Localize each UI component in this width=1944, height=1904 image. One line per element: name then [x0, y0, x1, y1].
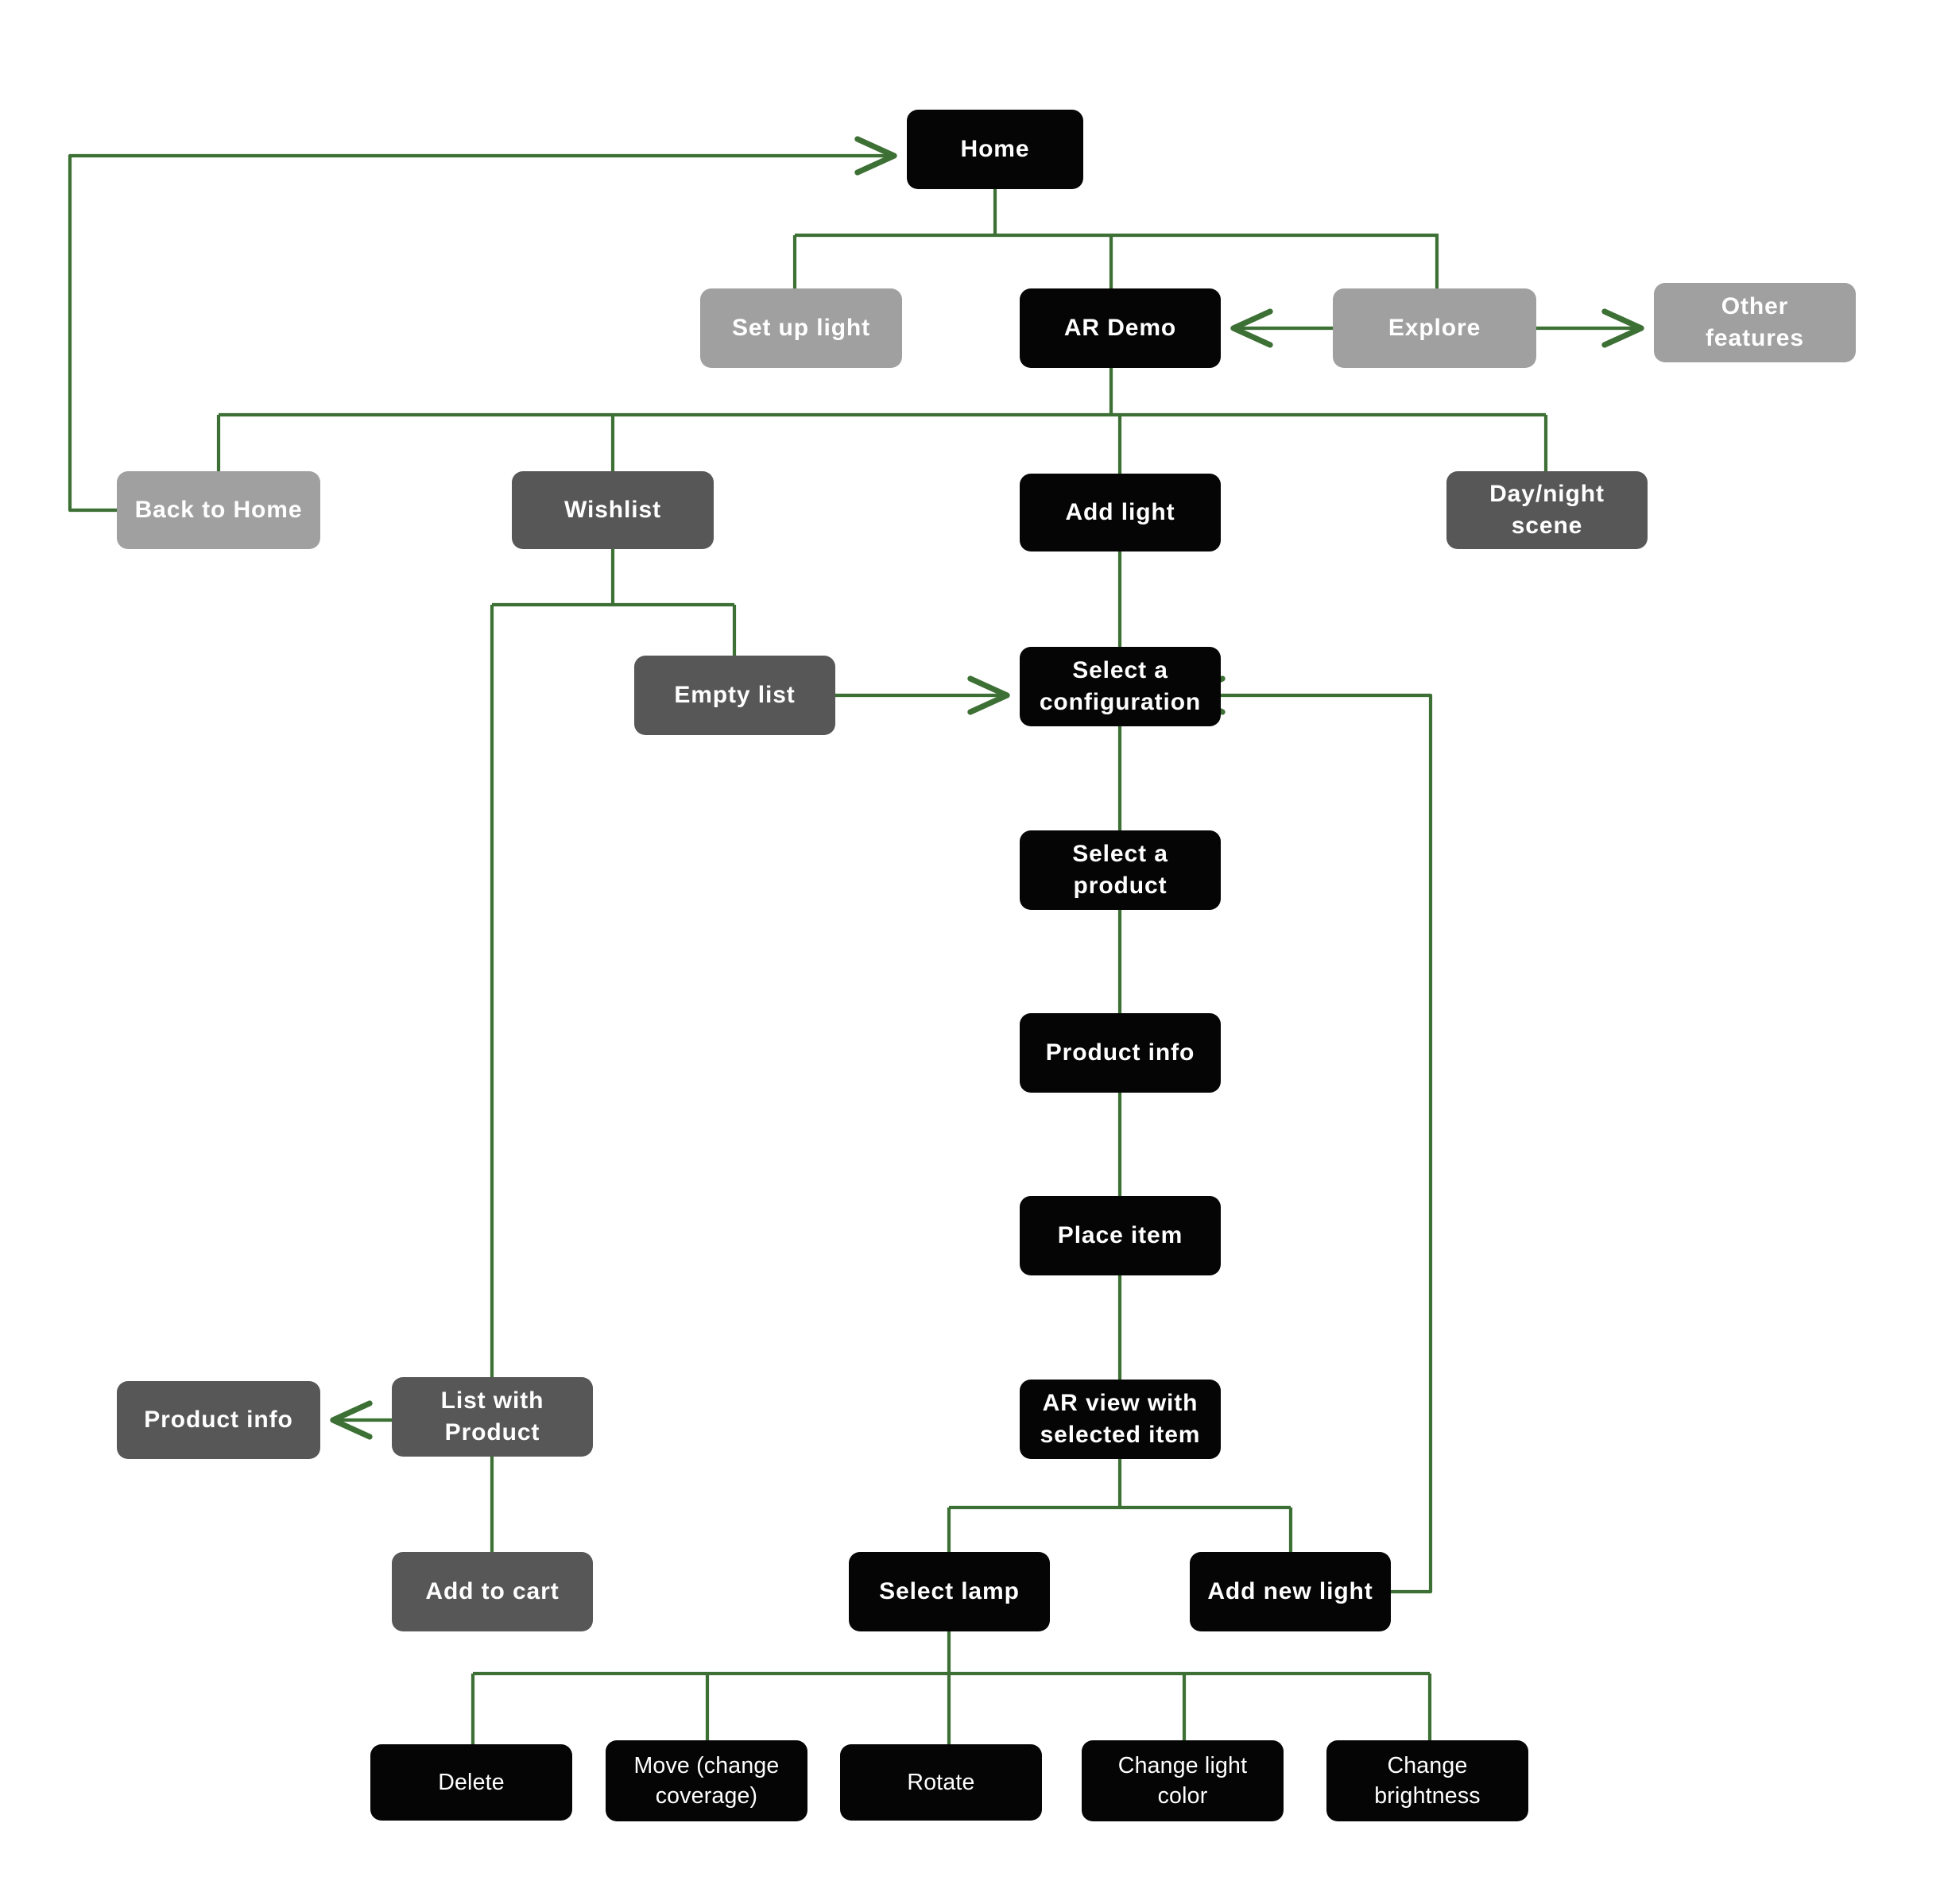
- node-place-item-label: Place item: [1057, 1221, 1183, 1248]
- node-add-light[interactable]: Add light: [1020, 474, 1221, 551]
- node-move-change-coverage[interactable]: Move (change coverage): [606, 1740, 807, 1821]
- node-place-item[interactable]: Place item: [1020, 1196, 1221, 1275]
- flowchart-canvas: Home Set up light AR Demo Explore Other …: [0, 0, 1944, 1904]
- node-empty-list-label: Empty list: [674, 681, 796, 708]
- node-add-new-light[interactable]: Add new light: [1190, 1552, 1391, 1631]
- node-day-night-scene-label: Day/night scene: [1489, 480, 1605, 539]
- node-empty-list[interactable]: Empty list: [634, 656, 835, 735]
- node-change-light-color-label: Change light color: [1117, 1752, 1248, 1809]
- node-product-info-main[interactable]: Product info: [1020, 1013, 1221, 1093]
- node-rotate[interactable]: Rotate: [840, 1744, 1042, 1821]
- node-home[interactable]: Home: [907, 110, 1083, 189]
- node-list-with-product[interactable]: List with Product: [392, 1377, 593, 1457]
- node-delete-label: Delete: [438, 1769, 505, 1795]
- node-ar-view-with-selected-item[interactable]: AR view with selected item: [1020, 1380, 1221, 1459]
- node-back-to-home-label: Back to Home: [134, 496, 303, 523]
- node-other-features[interactable]: Other features: [1654, 283, 1856, 362]
- node-set-up-light[interactable]: Set up light: [700, 288, 902, 368]
- node-ar-view-with-selected-item-label: AR view with selected item: [1040, 1389, 1201, 1448]
- node-select-a-product[interactable]: Select a product: [1020, 830, 1221, 910]
- node-set-up-light-label: Set up light: [731, 314, 871, 341]
- node-day-night-scene[interactable]: Day/night scene: [1446, 471, 1648, 549]
- node-select-a-product-label: Select a product: [1072, 840, 1168, 899]
- node-select-a-configuration-label: Select a configuration: [1039, 656, 1202, 715]
- node-change-brightness[interactable]: Change brightness: [1326, 1740, 1528, 1821]
- node-product-info-main-label: Product info: [1045, 1039, 1195, 1066]
- node-select-lamp-label: Select lamp: [879, 1577, 1020, 1604]
- node-select-lamp[interactable]: Select lamp: [849, 1552, 1050, 1631]
- node-ar-demo[interactable]: AR Demo: [1020, 288, 1221, 368]
- node-home-label: Home: [960, 135, 1030, 162]
- node-explore-label: Explore: [1388, 314, 1481, 341]
- node-product-info-left[interactable]: Product info: [117, 1381, 320, 1459]
- node-ar-demo-label: AR Demo: [1063, 314, 1177, 341]
- node-add-new-light-label: Add new light: [1207, 1577, 1373, 1604]
- node-change-light-color[interactable]: Change light color: [1082, 1740, 1284, 1821]
- node-back-to-home[interactable]: Back to Home: [117, 471, 320, 549]
- node-add-to-cart[interactable]: Add to cart: [392, 1552, 593, 1631]
- node-other-features-label: Other features: [1706, 292, 1804, 351]
- node-change-brightness-label: Change brightness: [1374, 1752, 1481, 1809]
- node-product-info-left-label: Product info: [144, 1406, 293, 1433]
- node-wishlist[interactable]: Wishlist: [512, 471, 714, 549]
- node-add-to-cart-label: Add to cart: [425, 1577, 560, 1604]
- node-add-light-label: Add light: [1065, 498, 1175, 525]
- node-list-with-product-label: List with Product: [440, 1387, 544, 1445]
- node-wishlist-label: Wishlist: [564, 496, 661, 523]
- node-rotate-label: Rotate: [907, 1769, 975, 1795]
- node-move-change-coverage-label: Move (change coverage): [633, 1752, 780, 1809]
- node-explore[interactable]: Explore: [1333, 288, 1536, 368]
- node-select-a-configuration[interactable]: Select a configuration: [1020, 647, 1221, 726]
- edge-addnew-config: [1183, 675, 1433, 1594]
- node-delete[interactable]: Delete: [370, 1744, 572, 1821]
